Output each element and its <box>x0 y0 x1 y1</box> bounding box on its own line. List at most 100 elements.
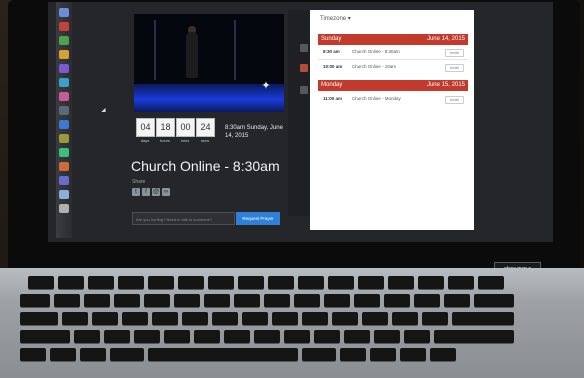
keyboard <box>20 272 580 378</box>
prayer-input[interactable]: Are you hurting? Need to talk to someone… <box>132 212 235 225</box>
invite-button[interactable]: Invite <box>444 96 464 104</box>
key <box>28 276 54 289</box>
keyboard-row <box>20 276 580 291</box>
chat-icon[interactable] <box>300 44 308 52</box>
key <box>272 312 298 325</box>
key <box>264 294 290 307</box>
key <box>430 348 456 361</box>
key <box>302 348 336 361</box>
key <box>422 312 448 325</box>
request-prayer-button[interactable]: Request Prayer <box>236 212 280 225</box>
app-icon[interactable] <box>59 134 69 143</box>
day-date: June 14, 2015 <box>426 36 465 42</box>
key <box>122 312 148 325</box>
key <box>20 294 50 307</box>
invite-button[interactable]: Invite <box>444 64 464 72</box>
app-icon[interactable] <box>59 78 69 87</box>
service-title: Church Online - 8:30am <box>131 158 280 174</box>
stage-beam <box>234 20 236 80</box>
event-name: Church Online - 8:30am <box>352 49 400 54</box>
key <box>152 312 178 325</box>
key <box>134 330 160 343</box>
key <box>110 348 144 361</box>
countdown-mins: 00 <box>176 118 195 137</box>
key <box>388 276 414 289</box>
app-icon[interactable] <box>59 22 69 31</box>
app-icon[interactable] <box>59 148 69 157</box>
key <box>358 276 384 289</box>
notes-icon[interactable] <box>300 86 308 94</box>
timezone-dropdown[interactable]: Timezone ▾ <box>320 15 351 22</box>
key <box>418 276 444 289</box>
key <box>302 312 328 325</box>
finder-icon[interactable] <box>59 8 69 17</box>
key <box>148 348 298 361</box>
key <box>238 276 264 289</box>
link-icon[interactable]: ∞ <box>162 188 170 196</box>
schedule-event: 10:00 am Church Online - 10am Invite <box>318 62 468 72</box>
key <box>84 294 110 307</box>
key <box>104 330 130 343</box>
key <box>114 294 140 307</box>
key <box>268 276 294 289</box>
keyboard-row <box>20 348 580 363</box>
countdown-secs-label: secs <box>200 138 210 143</box>
key <box>374 330 400 343</box>
countdown-secs: 24 <box>196 118 215 137</box>
key <box>384 294 410 307</box>
key <box>178 276 204 289</box>
email-icon[interactable]: @ <box>152 188 160 196</box>
day-header: Sunday June 14, 2015 <box>318 34 468 45</box>
app-icon[interactable] <box>59 64 69 73</box>
key <box>404 330 430 343</box>
calendar-icon[interactable] <box>300 64 308 72</box>
app-icon[interactable] <box>59 176 69 185</box>
app-icon[interactable] <box>59 190 69 199</box>
key <box>474 294 514 307</box>
key <box>74 330 100 343</box>
next-service-time: 8:30am Sunday, June 14, 2015 <box>225 125 283 139</box>
facebook-icon[interactable]: f <box>142 188 150 196</box>
event-name: Church Online - 10am <box>352 64 397 69</box>
key <box>314 330 340 343</box>
mac-dock <box>56 2 72 238</box>
key <box>224 330 250 343</box>
day-name: Monday <box>321 82 343 88</box>
key <box>50 348 76 361</box>
twitter-icon[interactable]: t <box>132 188 140 196</box>
app-icon[interactable] <box>59 106 69 115</box>
share-label: Share <box>132 179 146 185</box>
divider <box>318 59 468 60</box>
schedule-panel: Timezone ▾ Sunday June 14, 2015 8:30 am … <box>310 10 474 230</box>
key <box>328 276 354 289</box>
key <box>354 294 380 307</box>
key <box>212 312 238 325</box>
key <box>400 348 426 361</box>
app-icon[interactable] <box>59 120 69 129</box>
key <box>294 294 320 307</box>
key <box>434 330 514 343</box>
side-toolbar <box>288 10 310 216</box>
countdown-days: 04 <box>136 118 155 137</box>
key <box>254 330 280 343</box>
invite-button[interactable]: Invite <box>444 49 464 57</box>
key <box>204 294 230 307</box>
key <box>298 276 324 289</box>
stage-beam <box>154 20 156 80</box>
key <box>88 276 114 289</box>
key <box>20 312 58 325</box>
app-icon[interactable] <box>59 92 69 101</box>
trash-icon[interactable] <box>59 204 69 213</box>
day-header: Monday June 15, 2015 <box>318 80 468 91</box>
video-player[interactable]: ✦ <box>134 14 284 112</box>
speaker-figure <box>186 32 198 78</box>
key <box>182 312 208 325</box>
app-icon[interactable] <box>59 36 69 45</box>
key <box>54 294 80 307</box>
key <box>148 276 174 289</box>
key <box>340 348 366 361</box>
event-time: 8:30 am <box>323 49 340 54</box>
key <box>80 348 106 361</box>
app-icon[interactable] <box>59 50 69 59</box>
app-icon[interactable] <box>59 162 69 171</box>
